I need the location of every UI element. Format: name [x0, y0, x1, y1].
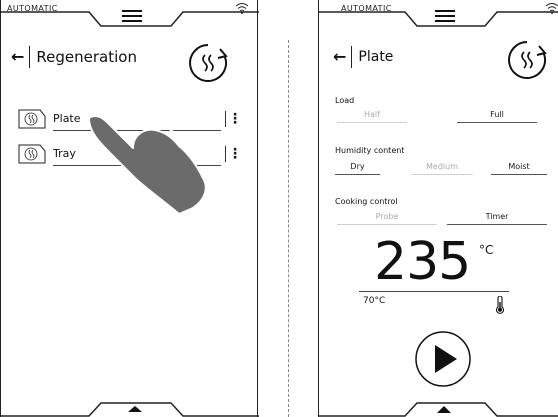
humidity-option-dry[interactable]: Dry — [335, 162, 380, 175]
status-label: AUTOMATIC — [7, 4, 58, 13]
temperature-value[interactable]: 235 — [374, 236, 471, 288]
cooking-control-label: Cooking control — [335, 197, 398, 206]
pointing-hand-icon — [88, 114, 207, 215]
humidity-label: Humidity content — [335, 146, 405, 155]
bottom-bar-shape — [319, 402, 558, 417]
bottom-bar-shape — [1, 402, 259, 417]
list-item-label: Tray — [53, 147, 76, 160]
more-options-icon[interactable]: ⋮ — [228, 111, 242, 127]
humidity-option-moist[interactable]: Moist — [491, 162, 547, 175]
control-option-probe[interactable]: Probe — [337, 212, 437, 225]
play-icon[interactable] — [413, 329, 473, 389]
status-label: AUTOMATIC — [341, 4, 392, 13]
screen-separator — [288, 40, 289, 417]
tray-badge-icon — [18, 144, 46, 164]
option-label: Full — [490, 110, 504, 119]
humidity-option-medium[interactable]: Medium — [411, 162, 473, 175]
option-label: Half — [364, 110, 380, 119]
back-arrow-icon[interactable]: ← — [333, 49, 346, 65]
probe-underline — [359, 291, 509, 292]
steam-regeneration-icon[interactable] — [186, 41, 230, 85]
row-divider — [225, 111, 226, 127]
left-screen: AUTOMATIC ← Regeneration Plate ⋮ Tray ⋮ — [0, 0, 259, 417]
option-label: Probe — [375, 212, 399, 221]
load-label: Load — [335, 96, 355, 105]
row-divider — [225, 146, 226, 162]
title-divider — [29, 46, 31, 68]
title-divider — [351, 46, 353, 68]
list-item-label: Plate — [53, 112, 81, 125]
plate-badge-icon — [18, 109, 46, 129]
hamburger-menu-icon[interactable] — [122, 10, 142, 24]
control-option-timer[interactable]: Timer — [447, 212, 547, 225]
load-option-full[interactable]: Full — [457, 110, 537, 123]
wifi-icon — [235, 3, 249, 14]
back-arrow-icon[interactable]: ← — [11, 49, 24, 65]
bottom-bar — [319, 397, 558, 417]
temperature-unit: °C — [479, 243, 494, 257]
option-label: Moist — [508, 162, 530, 171]
option-label: Medium — [426, 162, 458, 171]
steam-regeneration-icon[interactable] — [505, 38, 549, 82]
header: ← Plate — [333, 46, 393, 68]
option-label: Timer — [485, 212, 509, 221]
thermometer-icon — [495, 296, 505, 314]
top-bar: AUTOMATIC — [1, 0, 259, 40]
more-options-icon[interactable]: ⋮ — [228, 146, 242, 162]
page-title: Plate — [358, 49, 394, 65]
hamburger-menu-icon[interactable] — [435, 10, 455, 24]
wifi-icon — [545, 3, 558, 14]
top-bar: AUTOMATIC — [319, 0, 558, 40]
header: ← Regeneration — [11, 46, 137, 68]
page-title: Regeneration — [36, 48, 137, 66]
option-label: Dry — [350, 162, 365, 171]
right-screen: AUTOMATIC ← Plate Load Half Full Humidit… — [318, 0, 558, 417]
load-option-half[interactable]: Half — [337, 110, 407, 123]
bottom-bar — [1, 397, 259, 417]
probe-temperature: 70°C — [363, 296, 386, 306]
